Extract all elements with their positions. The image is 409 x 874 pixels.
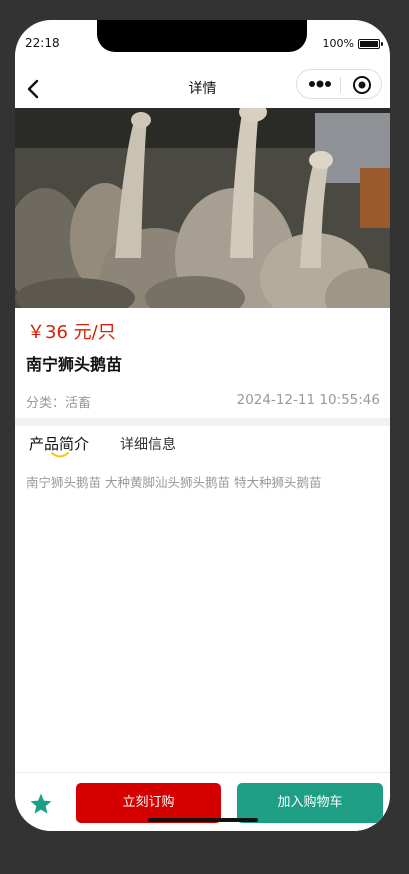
battery-percent: 100%	[322, 37, 354, 50]
home-indicator	[148, 818, 258, 822]
product-price: ￥36 元/只	[27, 322, 116, 343]
miniprogram-capsule	[296, 69, 382, 99]
section-divider	[15, 418, 390, 426]
intro-description: 南宁狮头鹅苗 大种黄脚汕头狮头鹅苗 特大种狮头鹅苗	[26, 475, 322, 490]
close-miniprogram-icon[interactable]	[352, 75, 372, 95]
more-menu-icon[interactable]	[307, 78, 333, 90]
tab-detail[interactable]: 详细信息	[120, 434, 176, 454]
battery-icon	[358, 39, 383, 49]
capsule-divider	[340, 77, 341, 93]
order-now-button[interactable]: 立刻订购	[76, 783, 221, 823]
product-name: 南宁狮头鹅苗	[26, 355, 123, 374]
bottom-action-bar: 立刻订购 加入购物车	[15, 772, 390, 831]
phone-screen: 22:18 100% 详情 ￥36 元/只 南宁狮头鹅苗 分类：活畜 2024-…	[15, 20, 390, 831]
camera-notch	[97, 20, 307, 52]
tab-active-indicator	[51, 452, 69, 458]
add-to-cart-button[interactable]: 加入购物车	[237, 783, 383, 823]
product-date: 2024-12-11 10:55:46	[236, 392, 380, 408]
product-image	[15, 108, 390, 308]
favorite-star-icon[interactable]	[29, 792, 53, 816]
tab-intro[interactable]: 产品简介	[29, 433, 89, 454]
status-time: 22:18	[25, 36, 60, 50]
navbar: 详情	[15, 68, 390, 108]
product-category: 分类：活畜	[26, 396, 92, 411]
